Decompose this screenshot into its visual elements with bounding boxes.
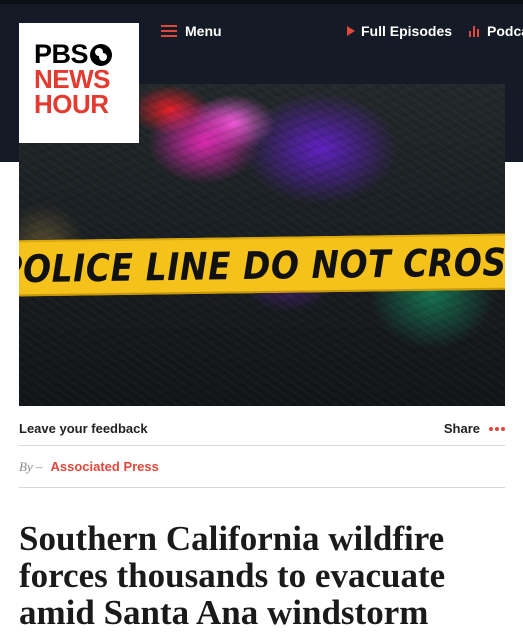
full-episodes-link[interactable]: Full Episodes [347, 22, 452, 40]
podcasts-link[interactable]: Podcasts [469, 22, 523, 40]
full-episodes-label: Full Episodes [361, 23, 453, 39]
byline: By – Associated Press [19, 446, 505, 488]
author-link[interactable]: Associated Press [50, 459, 158, 474]
pbs-head-icon [90, 43, 113, 66]
play-icon [347, 26, 355, 36]
hamburger-icon [161, 25, 177, 37]
share-button[interactable]: Share [444, 421, 505, 436]
more-dots-icon [487, 426, 505, 431]
pbs-newshour-logo[interactable]: PBS NEWS HOUR [19, 23, 139, 143]
byline-prefix: By – [19, 458, 43, 474]
police-tape-text: POLICE LINE DO NOT CROSS [19, 238, 505, 292]
leave-feedback-link[interactable]: Leave your feedback [19, 421, 148, 436]
header-top-edge [0, 0, 523, 4]
menu-label: Menu [185, 23, 222, 39]
police-tape: POLICE LINE DO NOT CROSS [19, 233, 505, 297]
logo-hour-text: HOUR [34, 89, 109, 119]
share-label: Share [443, 421, 480, 436]
podcasts-label: Podcasts [487, 23, 523, 39]
menu-button[interactable]: Menu [161, 22, 222, 40]
article-actions-row: Leave your feedback Share [19, 412, 505, 446]
audio-bars-icon [469, 25, 481, 37]
article-headline: Southern California wildfire forces thou… [19, 519, 446, 632]
